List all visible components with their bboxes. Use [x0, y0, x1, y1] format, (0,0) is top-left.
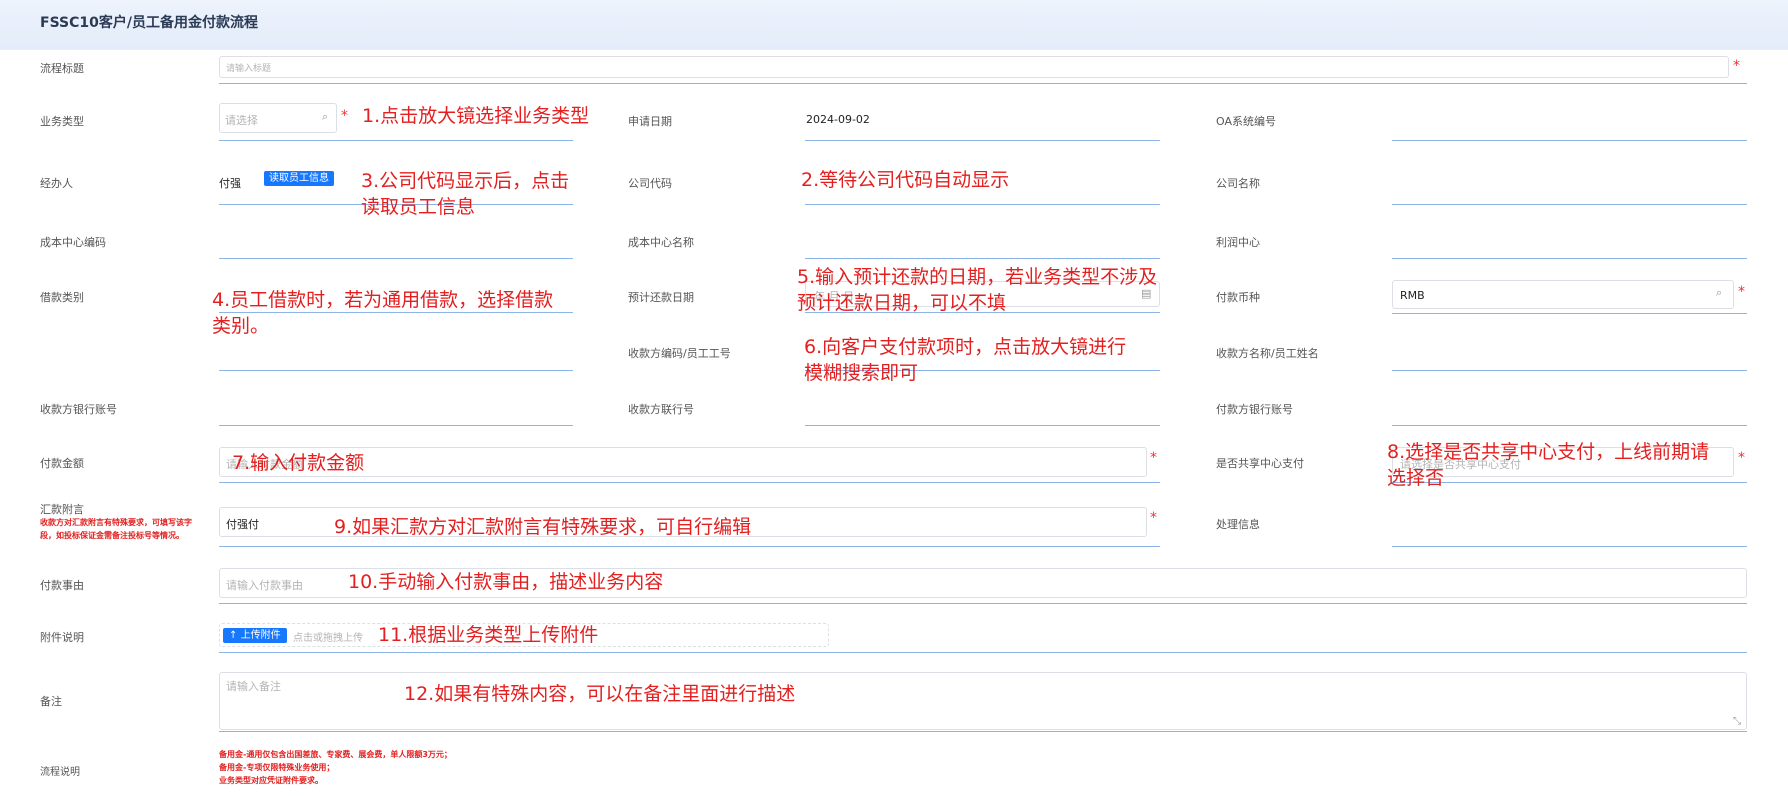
divider: [219, 546, 1160, 547]
divider: [219, 603, 1747, 604]
payee-bank-no-label: 收款方联行号: [628, 403, 694, 416]
remit-note-value: 付强付: [226, 518, 259, 531]
divider: [805, 204, 1160, 205]
process-info-label: 处理信息: [1216, 518, 1260, 531]
payee-bank-account-label: 收款方银行账号: [40, 403, 117, 416]
flow-desc-line1: 备用金-通用仅包含出国差旅、专家费、展会费，单人限额3万元；: [219, 750, 452, 759]
divider: [219, 425, 573, 426]
upload-button-label: 上传附件: [240, 630, 281, 641]
search-icon[interactable]: ⌕: [1716, 286, 1722, 300]
divider: [1392, 258, 1747, 259]
divider: [805, 425, 1160, 426]
cost-center-name-label: 成本中心名称: [628, 236, 694, 249]
annotation-12: 12.如果有特殊内容，可以在备注里面进行描述: [404, 683, 796, 705]
divider: [219, 652, 1747, 653]
flow-desc-label: 流程说明: [40, 767, 80, 778]
handler-value: 付强: [219, 177, 241, 190]
remit-hint-line1: 收款方对汇款附言有特殊要求，可填写该字: [40, 518, 192, 527]
payee-code-label: 收款方编码/员工工号: [628, 347, 731, 360]
annotation-2: 2.等待公司代码自动显示: [801, 169, 1010, 191]
divider: [219, 258, 573, 259]
annotation-3-line1: 3.公司代码显示后，点击: [361, 170, 570, 192]
pay-currency-value: RMB: [1400, 289, 1425, 302]
pay-currency-label: 付款币种: [1216, 291, 1260, 304]
handler-label: 经办人: [40, 177, 73, 190]
divider: [219, 370, 573, 371]
cost-center-code-label: 成本中心编码: [40, 236, 106, 249]
upload-icon: ↑: [229, 630, 238, 641]
required-mark: *: [341, 108, 348, 124]
divider: [1392, 482, 1747, 483]
annotation-11: 11.根据业务类型上传附件: [378, 624, 599, 646]
attachment-desc-label: 附件说明: [40, 631, 84, 644]
oa-no-label: OA系统编号: [1216, 115, 1276, 128]
remark-placeholder: 请输入备注: [226, 680, 281, 693]
biz-type-label: 业务类型: [40, 115, 84, 128]
divider: [1392, 313, 1747, 314]
divider: [805, 258, 1160, 259]
flow-desc-line3: 业务类型对应凭证附件要求。: [219, 776, 323, 785]
loan-category-label: 借款类别: [40, 291, 84, 304]
divider: [1392, 204, 1747, 205]
pay-reason-placeholder: 请输入付款事由: [226, 579, 303, 592]
divider: [805, 140, 1160, 141]
resize-icon[interactable]: ⤡: [1733, 716, 1741, 727]
page-header: FSSC10客户/员工备用金付款流程: [0, 0, 1788, 50]
divider: [219, 140, 573, 141]
divider: [1392, 140, 1747, 141]
apply-date-label: 申请日期: [628, 115, 672, 128]
divider: [1392, 370, 1747, 371]
annotation-5-line1: 5.输入预计还款的日期，若业务类型不涉及: [797, 266, 1158, 288]
annotation-9: 9.如果汇款方对汇款附言有特殊要求，可自行编辑: [334, 516, 752, 538]
divider: [219, 83, 1747, 84]
flow-title-placeholder: 请输入标题: [226, 64, 272, 74]
apply-date-value: 2024-09-02: [806, 113, 870, 126]
annotation-7: 7.输入付款金额: [232, 452, 365, 474]
required-mark: *: [1733, 58, 1740, 74]
biz-type-placeholder: 请选择: [225, 114, 258, 127]
payer-bank-account-label: 付款方银行账号: [1216, 403, 1293, 416]
remit-note-label: 汇款附言: [40, 503, 84, 516]
annotation-8-line1: 8.选择是否共享中心支付，上线前期请: [1387, 441, 1710, 463]
annotation-5-line2: 预计还款日期，可以不填: [797, 292, 1007, 314]
annotation-1: 1.点击放大镜选择业务类型: [362, 105, 590, 127]
company-name-label: 公司名称: [1216, 177, 1260, 190]
flow-desc-line2: 备用金-专项仅限特殊业务使用；: [219, 763, 335, 772]
page-title: FSSC10客户/员工备用金付款流程: [40, 15, 258, 31]
required-mark: *: [1150, 510, 1157, 526]
divider: [1392, 425, 1747, 426]
upload-hint: 点击或拖拽上传: [293, 633, 363, 644]
remit-hint-line2: 段，如投标保证金需备注投标号等情况。: [40, 531, 184, 540]
annotation-4-line2: 类别。: [212, 315, 270, 337]
shared-center-pay-label: 是否共享中心支付: [1216, 457, 1304, 470]
divider: [219, 482, 1160, 483]
divider: [1392, 546, 1747, 547]
expected-repay-date-label: 预计还款日期: [628, 291, 694, 304]
annotation-4-line1: 4.员工借款时，若为通用借款，选择借款: [212, 289, 554, 311]
pay-currency-select[interactable]: [1392, 280, 1734, 309]
annotation-10: 10.手动输入付款事由，描述业务内容: [348, 571, 664, 593]
pay-reason-label: 付款事由: [40, 579, 84, 592]
remark-label: 备注: [40, 695, 62, 708]
company-code-label: 公司代码: [628, 177, 672, 190]
flow-title-label: 流程标题: [40, 62, 84, 75]
pay-amount-label: 付款金额: [40, 457, 84, 470]
annotation-6-line1: 6.向客户支付款项时，点击放大镜进行: [804, 336, 1127, 358]
annotation-8-line2: 选择否: [1387, 467, 1445, 489]
required-mark: *: [1738, 284, 1745, 300]
divider: [219, 731, 1747, 732]
payee-name-label: 收款方名称/员工姓名: [1216, 347, 1319, 360]
required-mark: *: [1150, 450, 1157, 466]
flow-title-input[interactable]: [219, 56, 1729, 78]
upload-attachment-button[interactable]: ↑ 上传附件: [223, 628, 287, 643]
required-mark: *: [1738, 450, 1745, 466]
annotation-3-line2: 读取员工信息: [361, 196, 476, 218]
profit-center-label: 利润中心: [1216, 236, 1260, 249]
annotation-6-line2: 模糊搜索即可: [804, 362, 919, 384]
search-icon[interactable]: ⌕: [322, 110, 328, 124]
read-employee-info-button[interactable]: 读取员工信息: [264, 171, 334, 186]
